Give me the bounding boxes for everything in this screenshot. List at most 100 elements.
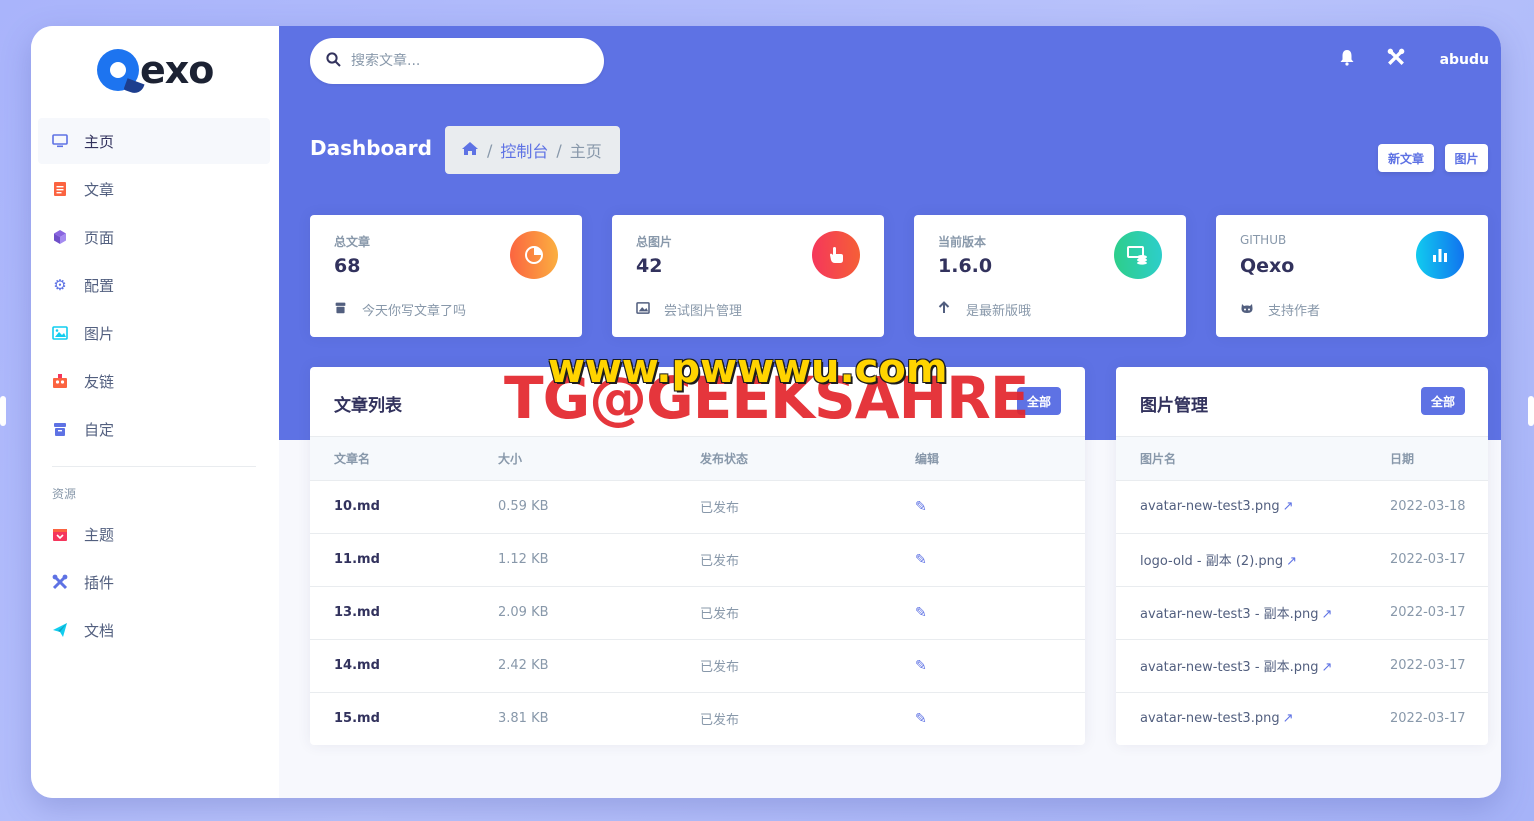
sidebar-item-label: 主题 <box>84 525 115 544</box>
table-row[interactable]: avatar-new-test3 - 副本.png ↗ 2022-03-17 <box>1116 639 1488 693</box>
posts-panel: 文章列表 全部 文章名 大小 发布状态 编辑 10.md 0.59 KB 已发布… <box>310 367 1085 745</box>
edit-icon[interactable]: ✎ <box>915 658 927 674</box>
table-row[interactable]: avatar-new-test3.png ↗ 2022-03-18 <box>1116 480 1488 534</box>
sidebar-nav: 主页 文章 页面 ⚙ 配置 图片 友链 自定 资源 主题 插件 文档 <box>38 118 270 655</box>
sidebar-item-themes[interactable]: 主题 <box>38 511 270 557</box>
sidebar-item-plugins[interactable]: 插件 <box>38 559 270 605</box>
stat-value: 42 <box>636 255 663 277</box>
post-name[interactable]: 14.md <box>310 639 498 693</box>
table-row[interactable]: avatar-new-test3 - 副本.png ↗ 2022-03-17 <box>1116 586 1488 640</box>
external-link-icon[interactable]: ↗ <box>1283 711 1294 726</box>
stat-footer-text: 是最新版哦 <box>966 304 1032 319</box>
external-link-icon[interactable]: ↗ <box>1322 660 1333 675</box>
stat-card-version[interactable]: 当前版本 1.6.0 是最新版哦 <box>914 215 1186 337</box>
tools-icon <box>52 574 68 590</box>
posts-table: 文章名 大小 发布状态 编辑 10.md 0.59 KB 已发布 ✎ 11.md <box>310 437 1085 745</box>
table-row[interactable]: avatar-new-test3.png ↗ 2022-03-17 <box>1116 692 1488 745</box>
breadcrumb-separator: / <box>556 140 562 160</box>
image-name[interactable]: avatar-new-test3 - 副本.png <box>1140 607 1319 622</box>
pie-chart-icon <box>510 231 558 279</box>
archive-icon <box>334 301 350 318</box>
username[interactable]: abudu <box>1440 52 1489 68</box>
stat-value: 1.6.0 <box>938 255 993 277</box>
post-edit-cell: ✎ <box>915 480 1085 534</box>
column-header[interactable]: 日期 <box>1390 437 1488 481</box>
column-header[interactable]: 图片名 <box>1116 437 1390 481</box>
post-name[interactable]: 15.md <box>310 692 498 745</box>
new-post-button[interactable]: 新文章 <box>1378 144 1434 172</box>
external-link-icon[interactable]: ↗ <box>1283 499 1294 514</box>
home-icon[interactable] <box>461 141 479 160</box>
view-all-images-button[interactable]: 全部 <box>1421 387 1465 415</box>
image-name-cell[interactable]: avatar-new-test3 - 副本.png ↗ <box>1116 586 1390 640</box>
images-table: 图片名 日期 avatar-new-test3.png ↗ 2022-03-18 … <box>1116 437 1488 745</box>
monitor-icon <box>52 133 68 149</box>
table-row[interactable]: 13.md 2.09 KB 已发布 ✎ <box>310 586 1085 640</box>
image-date: 2022-03-17 <box>1390 639 1488 693</box>
sidebar-item-docs[interactable]: 文档 <box>38 607 270 653</box>
post-status: 已发布 <box>700 480 915 534</box>
table-row[interactable]: 11.md 1.12 KB 已发布 ✎ <box>310 533 1085 587</box>
post-name[interactable]: 10.md <box>310 480 498 534</box>
post-status: 已发布 <box>700 533 915 587</box>
image-name[interactable]: logo-old - 副本 (2).png <box>1140 554 1283 569</box>
edit-icon[interactable]: ✎ <box>915 711 927 727</box>
view-all-posts-button[interactable]: 全部 <box>1017 387 1061 415</box>
sidebar-item-posts[interactable]: 文章 <box>38 166 270 212</box>
stat-card-github[interactable]: GITHUB Qexo 支持作者 <box>1216 215 1488 337</box>
sidebar-item-home[interactable]: 主页 <box>38 118 270 164</box>
stat-footer: 今天你写文章了吗 <box>334 300 466 319</box>
sidebar-item-pages[interactable]: 页面 <box>38 214 270 260</box>
post-name[interactable]: 13.md <box>310 586 498 640</box>
images-panel-header: 图片管理 全部 <box>1116 367 1488 437</box>
image-name[interactable]: avatar-new-test3.png <box>1140 499 1280 514</box>
table-row[interactable]: 14.md 2.42 KB 已发布 ✎ <box>310 639 1085 693</box>
image-date: 2022-03-17 <box>1390 533 1488 587</box>
table-row[interactable]: logo-old - 副本 (2).png ↗ 2022-03-17 <box>1116 533 1488 587</box>
stat-footer-text: 尝试图片管理 <box>664 304 743 319</box>
column-header[interactable]: 文章名 <box>310 437 498 481</box>
logo[interactable]: exo <box>97 48 214 96</box>
logo-q-mark <box>97 49 145 96</box>
images-button[interactable]: 图片 <box>1445 144 1488 172</box>
paper-plane-icon <box>52 622 68 638</box>
column-header[interactable]: 发布状态 <box>700 437 915 481</box>
bell-icon[interactable] <box>1335 49 1359 71</box>
breadcrumb-separator: / <box>487 140 493 160</box>
stat-footer-text: 今天你写文章了吗 <box>362 304 467 319</box>
search-bar[interactable] <box>310 38 604 84</box>
image-name-cell[interactable]: avatar-new-test3 - 副本.png ↗ <box>1116 639 1390 693</box>
stat-card-posts[interactable]: 总文章 68 今天你写文章了吗 <box>310 215 582 337</box>
image-name[interactable]: avatar-new-test3.png <box>1140 711 1280 726</box>
column-header[interactable]: 大小 <box>498 437 700 481</box>
sidebar-divider <box>52 466 256 467</box>
breadcrumb-console[interactable]: 控制台 <box>500 138 548 162</box>
edit-icon[interactable]: ✎ <box>915 605 927 621</box>
column-header[interactable]: 编辑 <box>915 437 1085 481</box>
image-name[interactable]: avatar-new-test3 - 副本.png <box>1140 660 1319 675</box>
stat-card-images[interactable]: 总图片 42 尝试图片管理 <box>612 215 884 337</box>
sidebar-item-label: 插件 <box>84 573 115 592</box>
image-icon <box>52 325 68 341</box>
image-name-cell[interactable]: avatar-new-test3.png ↗ <box>1116 480 1390 534</box>
table-header-row: 文章名 大小 发布状态 编辑 <box>310 437 1085 481</box>
image-name-cell[interactable]: logo-old - 副本 (2).png ↗ <box>1116 533 1390 587</box>
top-nav-right: abudu <box>1335 48 1489 71</box>
post-name[interactable]: 11.md <box>310 533 498 587</box>
external-link-icon[interactable]: ↗ <box>1286 554 1297 569</box>
sidebar-item-settings[interactable]: ⚙ 配置 <box>38 262 270 308</box>
image-name-cell[interactable]: avatar-new-test3.png ↗ <box>1116 692 1390 745</box>
edit-icon[interactable]: ✎ <box>915 552 927 568</box>
theme-icon <box>52 526 68 542</box>
sidebar-item-custom[interactable]: 自定 <box>38 406 270 452</box>
sidebar-item-friends[interactable]: 友链 <box>38 358 270 404</box>
images-icon <box>636 301 652 318</box>
edit-icon[interactable]: ✎ <box>915 499 927 515</box>
external-link-icon[interactable]: ↗ <box>1322 607 1333 622</box>
sidebar-item-images[interactable]: 图片 <box>38 310 270 356</box>
table-row[interactable]: 15.md 3.81 KB 已发布 ✎ <box>310 692 1085 745</box>
tools-icon[interactable] <box>1384 48 1408 71</box>
table-row[interactable]: 10.md 0.59 KB 已发布 ✎ <box>310 480 1085 534</box>
sidebar-item-label: 文档 <box>84 621 115 640</box>
search-input[interactable] <box>351 53 571 69</box>
